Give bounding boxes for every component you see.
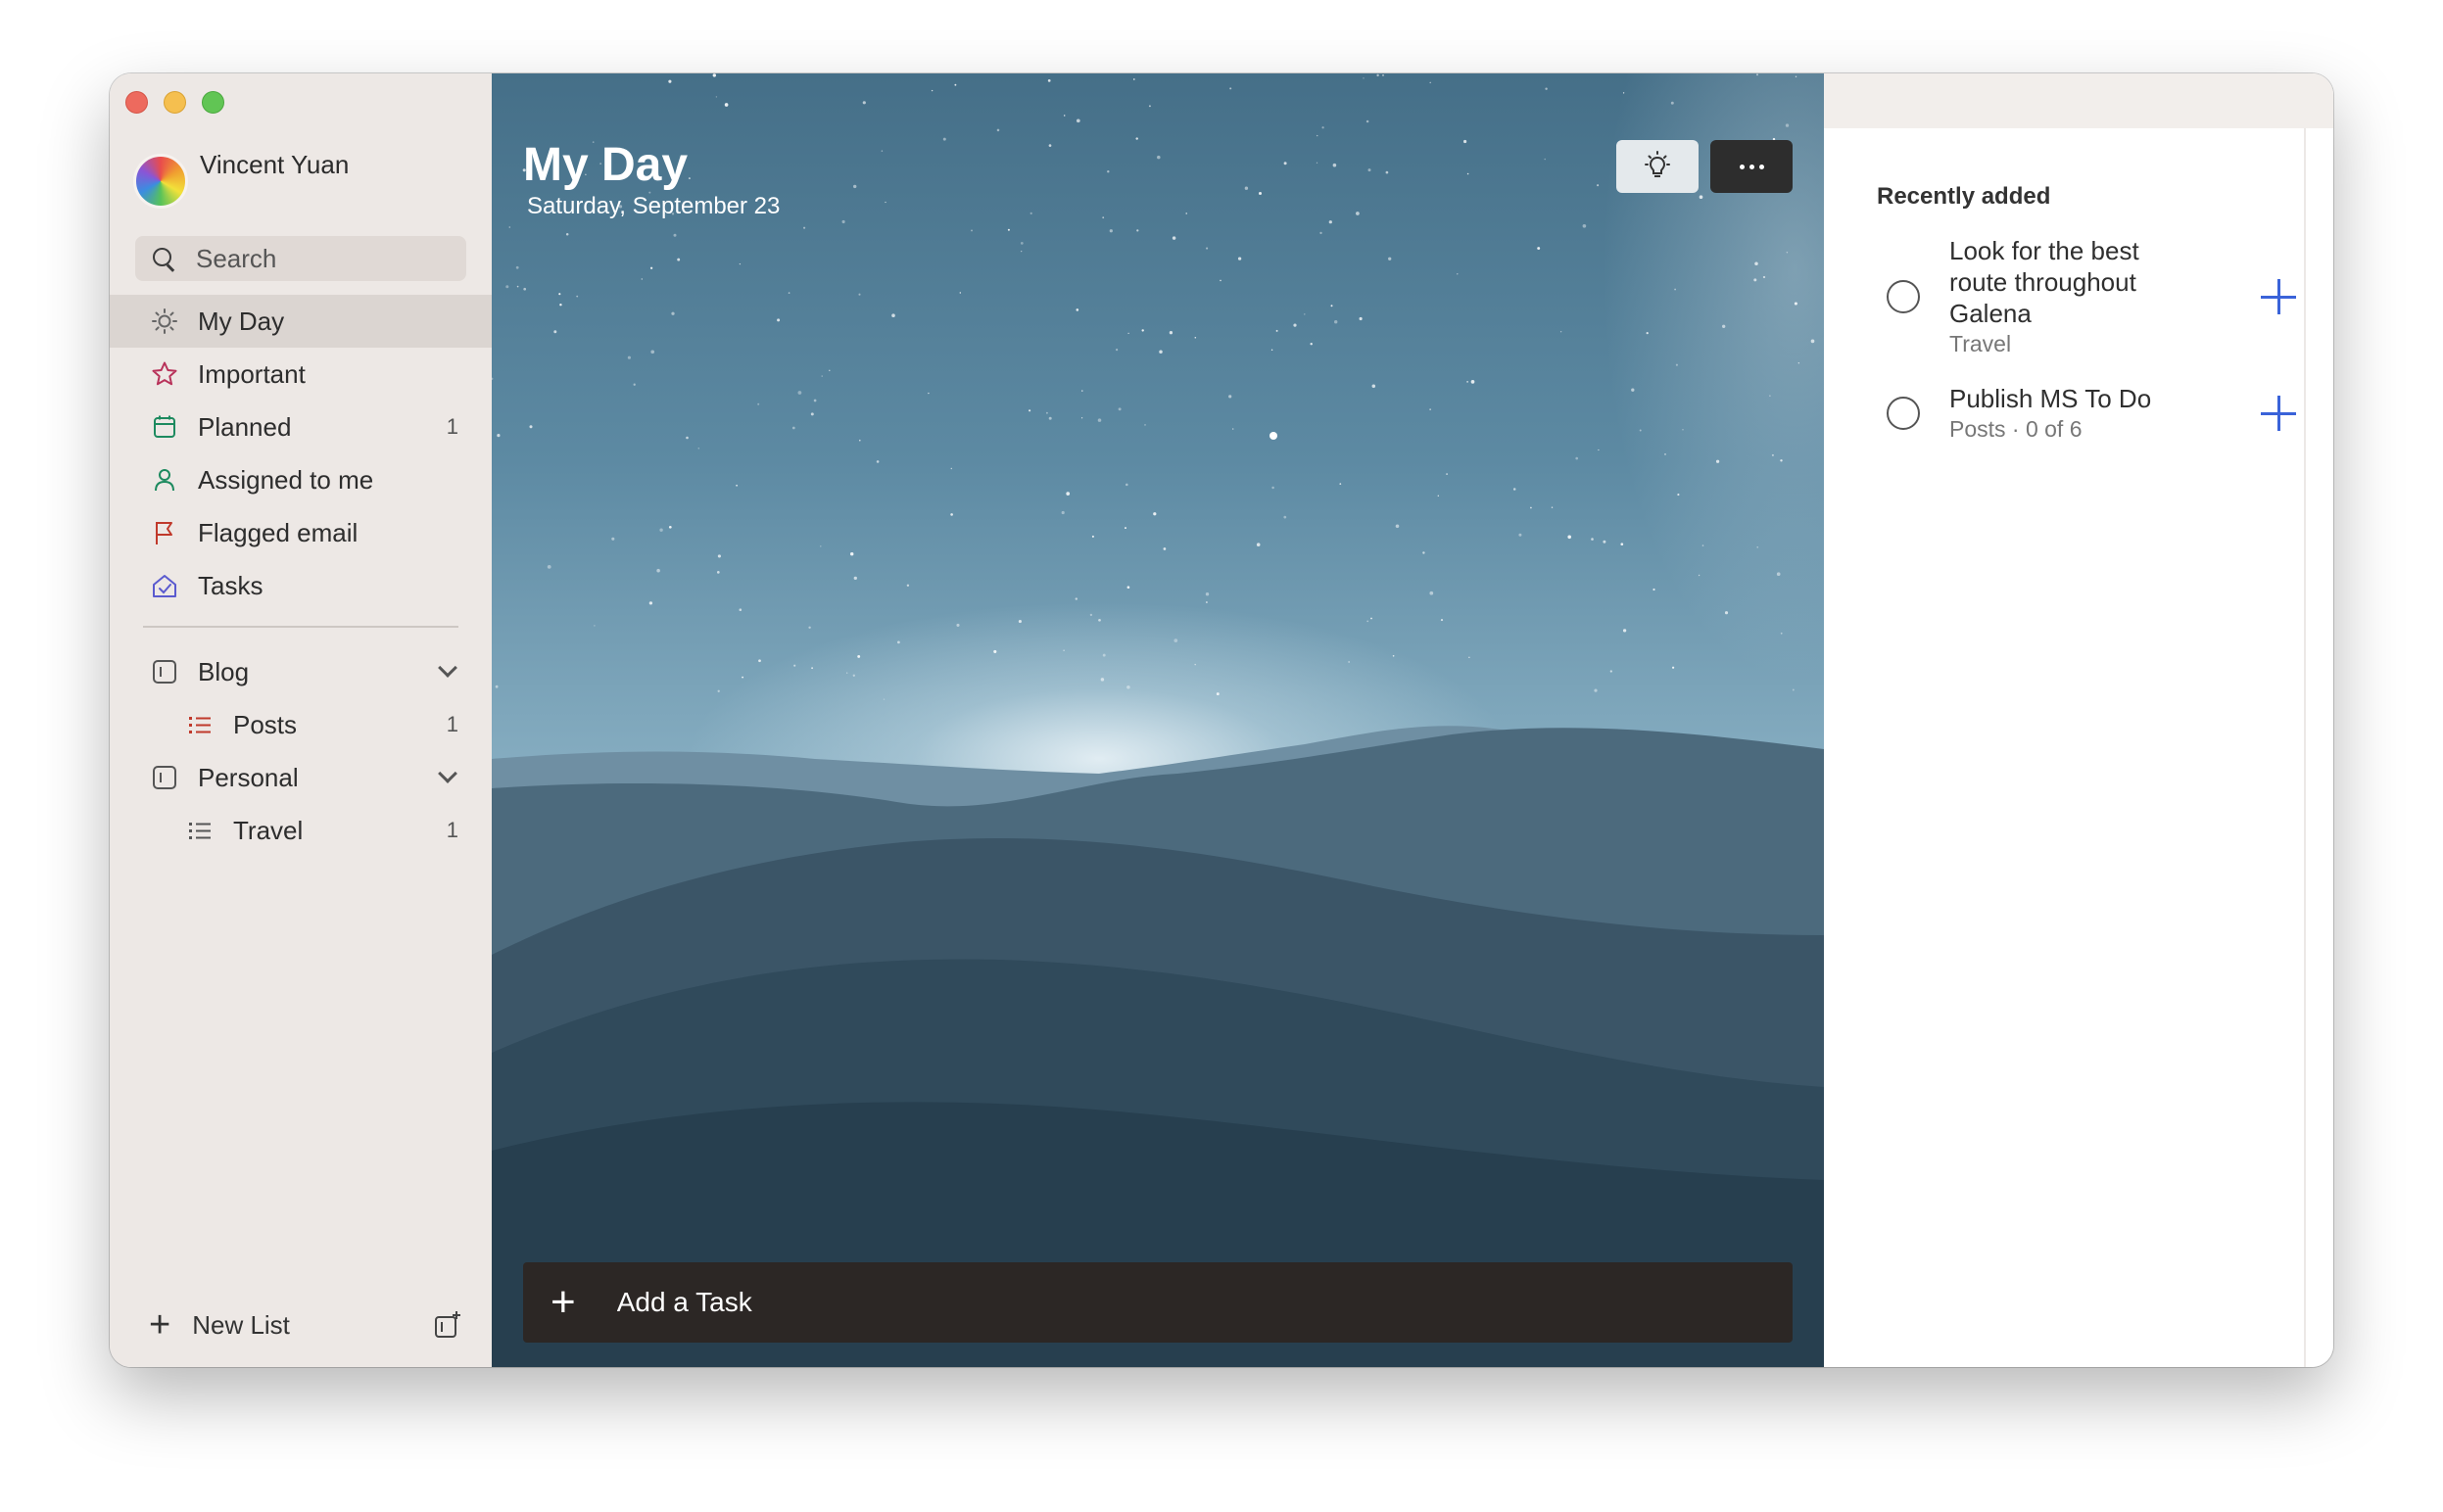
avatar bbox=[133, 154, 188, 209]
star-icon bbox=[149, 358, 180, 390]
background-dunes bbox=[492, 726, 1824, 1367]
sidebar-item-label: My Day bbox=[198, 306, 285, 336]
person-icon bbox=[149, 464, 180, 496]
complete-checkbox[interactable] bbox=[1887, 280, 1920, 313]
search-input[interactable] bbox=[196, 243, 460, 274]
close-window-button[interactable] bbox=[125, 91, 148, 114]
home-icon bbox=[149, 570, 180, 601]
sidebar-item-important[interactable]: Important bbox=[110, 348, 492, 401]
sidebar-nav: My Day Important Planned 1 Assigned to m… bbox=[110, 295, 492, 857]
more-dot-icon bbox=[1748, 164, 1754, 169]
sidebar-item-label: Tasks bbox=[198, 570, 263, 600]
complete-checkbox[interactable] bbox=[1887, 397, 1920, 430]
flag-icon bbox=[149, 517, 180, 548]
sidebar-divider bbox=[143, 626, 458, 628]
group-blog[interactable]: Blog bbox=[110, 645, 492, 698]
more-dot-icon bbox=[1739, 164, 1745, 169]
maximize-window-button[interactable] bbox=[202, 91, 224, 114]
add-task-bar[interactable]: + bbox=[523, 1262, 1793, 1343]
add-task-input[interactable] bbox=[616, 1287, 1695, 1318]
sidebar-item-my-day[interactable]: My Day bbox=[110, 295, 492, 348]
sidebar-item-flagged-email[interactable]: Flagged email bbox=[110, 506, 492, 559]
suggestions-panel: Recently added Look for the best route t… bbox=[1824, 73, 2333, 1367]
sidebar-item-travel[interactable]: Travel 1 bbox=[110, 804, 492, 857]
sidebar: Vincent Yuan My Day Important bbox=[110, 73, 492, 1367]
my-day-panel: My Day Saturday, September 23 + bbox=[492, 73, 1824, 1367]
group-label: Personal bbox=[198, 762, 299, 792]
app-window: Vincent Yuan My Day Important bbox=[110, 73, 2333, 1367]
page-title: My Day bbox=[523, 139, 689, 191]
section-heading: Recently added bbox=[1877, 183, 2051, 210]
list-icon bbox=[184, 709, 216, 740]
more-dot-icon bbox=[1758, 164, 1764, 169]
suggestion-meta: Travel bbox=[1949, 331, 2012, 356]
suggestion-title: Publish MS To Do bbox=[1949, 384, 2152, 413]
new-group-icon[interactable] bbox=[433, 1310, 462, 1340]
sidebar-item-label: Assigned to me bbox=[198, 464, 374, 495]
search-icon bbox=[151, 246, 176, 271]
sidebar-item-tasks[interactable]: Tasks bbox=[110, 559, 492, 612]
add-to-my-day-icon[interactable] bbox=[2259, 394, 2298, 433]
group-label: Blog bbox=[198, 656, 250, 686]
list-icon bbox=[184, 815, 216, 846]
suggestion-meta: Posts · 0 of 6 bbox=[1949, 416, 2083, 442]
window-controls bbox=[125, 91, 224, 114]
profile-name: Vincent Yuan bbox=[200, 150, 350, 179]
suggestions-button[interactable] bbox=[1616, 140, 1699, 193]
lightbulb-icon bbox=[1645, 151, 1670, 177]
sidebar-item-posts[interactable]: Posts 1 bbox=[110, 698, 492, 751]
group-icon bbox=[149, 656, 180, 687]
chevron-down-icon[interactable] bbox=[438, 764, 457, 783]
panel-edge bbox=[2304, 128, 2306, 1367]
plus-icon[interactable]: + bbox=[149, 1306, 170, 1344]
sidebar-item-assigned[interactable]: Assigned to me bbox=[110, 453, 492, 506]
sidebar-item-label: Flagged email bbox=[198, 517, 359, 547]
calendar-icon bbox=[149, 411, 180, 443]
add-to-my-day-icon[interactable] bbox=[2259, 277, 2298, 316]
suggestion-item[interactable]: Look for the best route throughout Galen… bbox=[1877, 235, 2298, 358]
suggestion-body: Publish MS To Do Posts · 0 of 6 bbox=[1949, 383, 2259, 444]
chevron-down-icon[interactable] bbox=[438, 658, 457, 678]
suggestion-item[interactable]: Publish MS To Do Posts · 0 of 6 bbox=[1877, 383, 2298, 444]
account-profile[interactable]: Vincent Yuan bbox=[133, 148, 349, 209]
suggestion-body: Look for the best route throughout Galen… bbox=[1949, 235, 2259, 358]
group-personal[interactable]: Personal bbox=[110, 751, 492, 804]
sidebar-item-count: 1 bbox=[446, 414, 458, 439]
group-icon bbox=[149, 762, 180, 793]
sidebar-item-planned[interactable]: Planned 1 bbox=[110, 401, 492, 453]
sidebar-item-label: Important bbox=[198, 358, 306, 389]
sidebar-item-count: 1 bbox=[446, 712, 458, 736]
page-date: Saturday, September 23 bbox=[527, 193, 781, 219]
search-box[interactable] bbox=[135, 236, 466, 281]
suggestions-panel-header bbox=[1824, 73, 2333, 128]
sidebar-item-label: Posts bbox=[233, 709, 298, 739]
suggestion-title: Look for the best route throughout Galen… bbox=[1949, 236, 2139, 328]
minimize-window-button[interactable] bbox=[164, 91, 186, 114]
sidebar-item-count: 1 bbox=[446, 818, 458, 842]
sidebar-item-label: Travel bbox=[233, 815, 304, 845]
new-list-button[interactable]: New List bbox=[192, 1310, 433, 1341]
plus-icon[interactable]: + bbox=[551, 1281, 576, 1324]
more-options-button[interactable] bbox=[1710, 140, 1793, 193]
sidebar-item-label: Planned bbox=[198, 411, 292, 442]
sun-icon bbox=[149, 306, 180, 337]
sidebar-footer: + New List bbox=[149, 1304, 462, 1346]
